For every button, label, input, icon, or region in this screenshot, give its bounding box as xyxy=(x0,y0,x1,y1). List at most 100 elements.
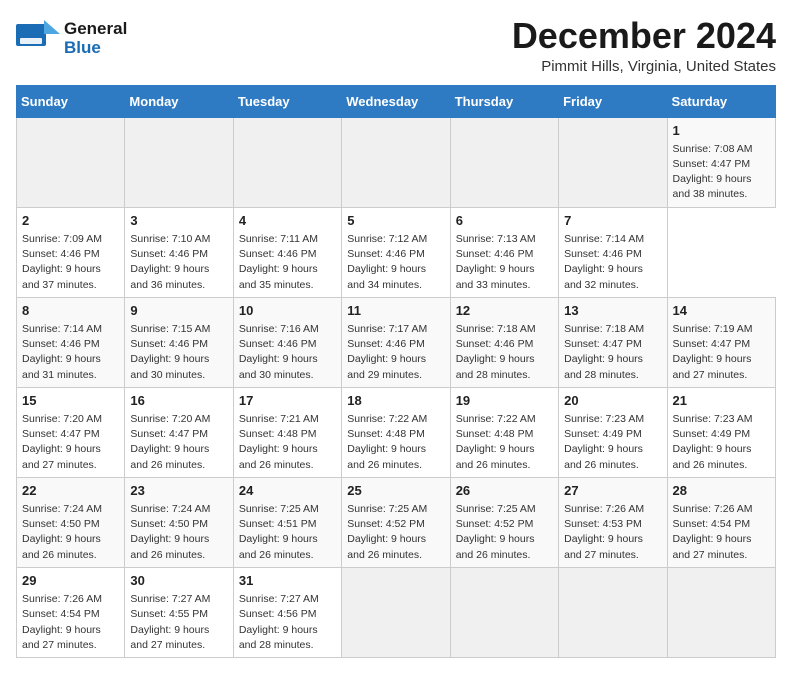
day-info: Sunrise: 7:16 AM Sunset: 4:46 PM Dayligh… xyxy=(239,322,336,383)
day-info: Sunrise: 7:24 AM Sunset: 4:50 PM Dayligh… xyxy=(130,502,227,563)
day-info: Sunrise: 7:27 AM Sunset: 4:55 PM Dayligh… xyxy=(130,592,227,653)
day-number: 16 xyxy=(130,392,227,410)
calendar-cell: 9 Sunrise: 7:15 AM Sunset: 4:46 PM Daylig… xyxy=(125,297,233,387)
day-info: Sunrise: 7:22 AM Sunset: 4:48 PM Dayligh… xyxy=(347,412,444,473)
calendar-week-row: 15 Sunrise: 7:20 AM Sunset: 4:47 PM Dayli… xyxy=(17,387,776,477)
calendar-cell xyxy=(450,567,558,657)
month-title: December 2024 xyxy=(512,16,776,56)
calendar-cell: 20Sunrise: 7:23 AM Sunset: 4:49 PM Dayli… xyxy=(559,387,667,477)
day-number: 10 xyxy=(239,302,336,320)
calendar-cell: 25 Sunrise: 7:25 AM Sunset: 4:52 PM Dayli… xyxy=(342,477,450,567)
day-number: 28 xyxy=(673,482,770,500)
calendar-cell: 29 Sunrise: 7:26 AM Sunset: 4:54 PM Dayli… xyxy=(17,567,125,657)
day-info: Sunrise: 7:26 AM Sunset: 4:54 PM Dayligh… xyxy=(673,502,770,563)
day-info: Sunrise: 7:14 AM Sunset: 4:46 PM Dayligh… xyxy=(22,322,119,383)
calendar-cell: 31Sunrise: 7:27 AM Sunset: 4:56 PM Dayli… xyxy=(233,567,341,657)
weekday-header-sunday: Sunday xyxy=(17,85,125,117)
calendar-cell: 8 Sunrise: 7:14 AM Sunset: 4:46 PM Daylig… xyxy=(17,297,125,387)
day-number: 8 xyxy=(22,302,119,320)
calendar-cell: 24 Sunrise: 7:25 AM Sunset: 4:51 PM Dayli… xyxy=(233,477,341,567)
day-number: 26 xyxy=(456,482,553,500)
logo: General Blue xyxy=(16,16,127,61)
day-number: 24 xyxy=(239,482,336,500)
calendar-cell: 15Sunrise: 7:20 AM Sunset: 4:47 PM Dayli… xyxy=(17,387,125,477)
calendar-week-row: 1Sunrise: 7:08 AM Sunset: 4:47 PM Daylig… xyxy=(17,117,776,207)
day-info: Sunrise: 7:15 AM Sunset: 4:46 PM Dayligh… xyxy=(130,322,227,383)
calendar-cell: 14 Sunrise: 7:19 AM Sunset: 4:47 PM Dayli… xyxy=(667,297,775,387)
page-header: General Blue December 2024 Pimmit Hills,… xyxy=(16,16,776,75)
day-info: Sunrise: 7:27 AM Sunset: 4:56 PM Dayligh… xyxy=(239,592,336,653)
calendar-week-row: 8 Sunrise: 7:14 AM Sunset: 4:46 PM Daylig… xyxy=(17,297,776,387)
location-text: Pimmit Hills, Virginia, United States xyxy=(512,58,776,75)
day-number: 6 xyxy=(456,212,553,230)
weekday-header-friday: Friday xyxy=(559,85,667,117)
calendar-cell: 17 Sunrise: 7:21 AM Sunset: 4:48 PM Dayli… xyxy=(233,387,341,477)
weekday-header-wednesday: Wednesday xyxy=(342,85,450,117)
calendar-cell: 19 Sunrise: 7:22 AM Sunset: 4:48 PM Dayli… xyxy=(450,387,558,477)
calendar-cell: 28 Sunrise: 7:26 AM Sunset: 4:54 PM Dayli… xyxy=(667,477,775,567)
calendar-cell: 13 Sunrise: 7:18 AM Sunset: 4:47 PM Dayli… xyxy=(559,297,667,387)
title-area: December 2024 Pimmit Hills, Virginia, Un… xyxy=(512,16,776,75)
weekday-header-saturday: Saturday xyxy=(667,85,775,117)
day-number: 29 xyxy=(22,572,119,590)
day-info: Sunrise: 7:22 AM Sunset: 4:48 PM Dayligh… xyxy=(456,412,553,473)
day-number: 5 xyxy=(347,212,444,230)
calendar-cell: 27Sunrise: 7:26 AM Sunset: 4:53 PM Dayli… xyxy=(559,477,667,567)
weekday-header-tuesday: Tuesday xyxy=(233,85,341,117)
calendar-cell xyxy=(667,567,775,657)
calendar-cell xyxy=(450,117,558,207)
day-info: Sunrise: 7:25 AM Sunset: 4:52 PM Dayligh… xyxy=(347,502,444,563)
calendar-cell: 11Sunrise: 7:17 AM Sunset: 4:46 PM Dayli… xyxy=(342,297,450,387)
calendar-cell xyxy=(559,567,667,657)
day-number: 23 xyxy=(130,482,227,500)
day-info: Sunrise: 7:24 AM Sunset: 4:50 PM Dayligh… xyxy=(22,502,119,563)
day-info: Sunrise: 7:13 AM Sunset: 4:46 PM Dayligh… xyxy=(456,232,553,293)
day-number: 15 xyxy=(22,392,119,410)
day-number: 4 xyxy=(239,212,336,230)
logo-text: General Blue xyxy=(64,20,127,57)
calendar-cell xyxy=(342,567,450,657)
day-number: 25 xyxy=(347,482,444,500)
day-info: Sunrise: 7:26 AM Sunset: 4:54 PM Dayligh… xyxy=(22,592,119,653)
day-number: 3 xyxy=(130,212,227,230)
day-number: 30 xyxy=(130,572,227,590)
day-number: 7 xyxy=(564,212,661,230)
calendar-cell: 26 Sunrise: 7:25 AM Sunset: 4:52 PM Dayli… xyxy=(450,477,558,567)
day-info: Sunrise: 7:25 AM Sunset: 4:51 PM Dayligh… xyxy=(239,502,336,563)
day-info: Sunrise: 7:21 AM Sunset: 4:48 PM Dayligh… xyxy=(239,412,336,473)
day-number: 11 xyxy=(347,302,444,320)
day-info: Sunrise: 7:09 AM Sunset: 4:46 PM Dayligh… xyxy=(22,232,119,293)
day-number: 21 xyxy=(673,392,770,410)
calendar-cell xyxy=(125,117,233,207)
day-number: 1 xyxy=(673,122,770,140)
day-info: Sunrise: 7:23 AM Sunset: 4:49 PM Dayligh… xyxy=(673,412,770,473)
day-info: Sunrise: 7:18 AM Sunset: 4:47 PM Dayligh… xyxy=(564,322,661,383)
day-info: Sunrise: 7:23 AM Sunset: 4:49 PM Dayligh… xyxy=(564,412,661,473)
calendar-cell xyxy=(342,117,450,207)
day-number: 9 xyxy=(130,302,227,320)
calendar-cell: 21 Sunrise: 7:23 AM Sunset: 4:49 PM Dayli… xyxy=(667,387,775,477)
calendar-cell: 18 Sunrise: 7:22 AM Sunset: 4:48 PM Dayli… xyxy=(342,387,450,477)
calendar-cell: 2Sunrise: 7:09 AM Sunset: 4:46 PM Daylig… xyxy=(17,207,125,297)
day-info: Sunrise: 7:19 AM Sunset: 4:47 PM Dayligh… xyxy=(673,322,770,383)
calendar-cell: 22Sunrise: 7:24 AM Sunset: 4:50 PM Dayli… xyxy=(17,477,125,567)
calendar-cell: 30 Sunrise: 7:27 AM Sunset: 4:55 PM Dayli… xyxy=(125,567,233,657)
day-number: 12 xyxy=(456,302,553,320)
day-number: 19 xyxy=(456,392,553,410)
calendar-cell: 12Sunrise: 7:18 AM Sunset: 4:46 PM Dayli… xyxy=(450,297,558,387)
calendar-cell: 3 Sunrise: 7:10 AM Sunset: 4:46 PM Daylig… xyxy=(125,207,233,297)
calendar-cell: 6 Sunrise: 7:13 AM Sunset: 4:46 PM Daylig… xyxy=(450,207,558,297)
day-number: 18 xyxy=(347,392,444,410)
day-info: Sunrise: 7:10 AM Sunset: 4:46 PM Dayligh… xyxy=(130,232,227,293)
calendar-cell: 16 Sunrise: 7:20 AM Sunset: 4:47 PM Dayli… xyxy=(125,387,233,477)
day-number: 14 xyxy=(673,302,770,320)
calendar-cell: 5 Sunrise: 7:12 AM Sunset: 4:46 PM Daylig… xyxy=(342,207,450,297)
day-info: Sunrise: 7:12 AM Sunset: 4:46 PM Dayligh… xyxy=(347,232,444,293)
day-info: Sunrise: 7:25 AM Sunset: 4:52 PM Dayligh… xyxy=(456,502,553,563)
day-number: 17 xyxy=(239,392,336,410)
calendar-cell: 23 Sunrise: 7:24 AM Sunset: 4:50 PM Dayli… xyxy=(125,477,233,567)
day-number: 13 xyxy=(564,302,661,320)
calendar-cell xyxy=(559,117,667,207)
day-info: Sunrise: 7:20 AM Sunset: 4:47 PM Dayligh… xyxy=(130,412,227,473)
calendar-week-row: 2Sunrise: 7:09 AM Sunset: 4:46 PM Daylig… xyxy=(17,207,776,297)
